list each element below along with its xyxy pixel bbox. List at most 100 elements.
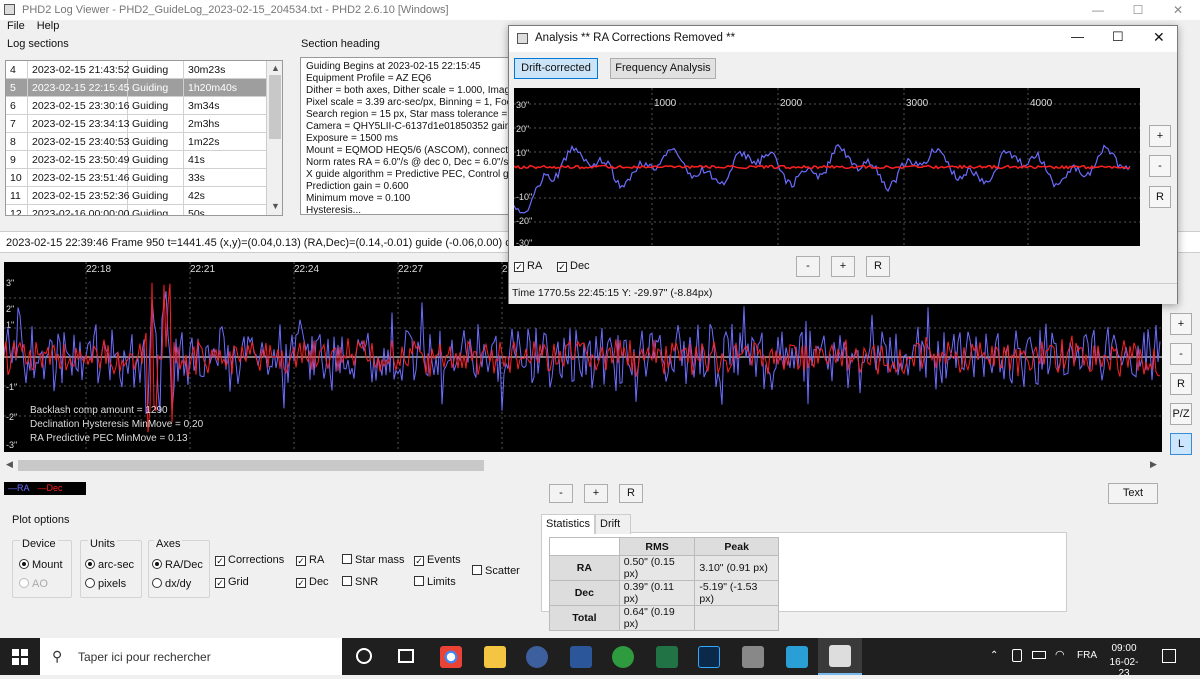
wifi-icon[interactable]: ◠ [1055, 648, 1065, 661]
dialog-close-button[interactable]: ✕ [1153, 29, 1165, 46]
zoom-in-button[interactable]: + [1170, 313, 1192, 335]
windows-start-icon[interactable] [12, 649, 28, 665]
word-icon[interactable] [570, 646, 592, 668]
log-section-dur: 33s [184, 169, 268, 187]
menu-help[interactable]: Help [37, 20, 60, 36]
battery-icon[interactable] [1032, 651, 1046, 659]
device-icon[interactable] [1012, 649, 1022, 662]
hzoom-reset-button[interactable]: R [619, 484, 643, 503]
dec-rms: 0.39" (0.11 px) [618, 580, 696, 606]
taskbar-search[interactable]: ⚲ Taper ici pour rechercher [40, 638, 342, 675]
ra-rms: 0.50" (0.15 px) [618, 555, 696, 581]
tray-chevron-icon[interactable]: ⌃ [990, 650, 998, 661]
language-indicator[interactable]: FRA [1077, 650, 1097, 661]
minimize-button[interactable]: — [1078, 0, 1118, 20]
analysis-hzoom-in-button[interactable]: + [831, 256, 855, 277]
search-icon: ⚲ [52, 648, 63, 664]
log-section-row[interactable]: 5 2023-02-15 22:15:45 Guiding 1h20m40s [6, 79, 282, 97]
chrome-icon[interactable] [440, 646, 462, 668]
text-button[interactable]: Text [1108, 483, 1158, 504]
analysis-zoom-out-button[interactable]: - [1149, 155, 1171, 177]
analysis-hzoom-reset-button[interactable]: R [866, 256, 890, 277]
grid-checkbox[interactable]: ✓ Grid [215, 576, 249, 588]
log-section-n: 4 [6, 61, 28, 79]
analysis-hzoom-out-button[interactable]: - [796, 256, 820, 277]
log-section-row[interactable]: 8 2023-02-15 23:40:53 Guiding 1m22s [6, 133, 282, 151]
file-explorer-icon[interactable] [484, 646, 506, 668]
log-section-n: 9 [6, 151, 28, 169]
menu-file[interactable]: File [7, 20, 25, 36]
mount-radio[interactable]: Mount [19, 559, 63, 571]
hzoom-in-button[interactable]: + [584, 484, 608, 503]
scroll-up-icon[interactable]: ▲ [271, 63, 280, 73]
maximize-button[interactable]: ☐ [1118, 0, 1158, 20]
clock[interactable]: 09:00 16-02-23 [1106, 643, 1142, 679]
tab-statistics[interactable]: Statistics [541, 514, 595, 534]
section-heading-text[interactable]: Guiding Begins at 2023-02-15 22:15:45 Equ… [300, 57, 512, 215]
analysis-dialog: Analysis ** RA Corrections Removed ** — … [508, 25, 1178, 304]
scroll-right-icon[interactable]: ▶ [1150, 459, 1157, 470]
log-section-row[interactable]: 6 2023-02-15 23:30:16 Guiding 3m34s [6, 97, 282, 115]
app-icon-1[interactable] [526, 646, 548, 668]
log-section-row[interactable]: 7 2023-02-15 23:34:13 Guiding 2m3hs [6, 115, 282, 133]
phd2-task[interactable] [818, 638, 862, 675]
excel-icon[interactable] [656, 646, 678, 668]
scroll-down-icon[interactable]: ▼ [271, 201, 280, 211]
task-view-icon[interactable] [398, 649, 414, 663]
snr-checkbox[interactable]: SNR [342, 576, 378, 588]
limits-checkbox[interactable]: Limits [414, 576, 456, 588]
cortana-icon[interactable] [356, 648, 372, 664]
log-section-row[interactable]: 10 2023-02-15 23:51:46 Guiding 33s [6, 169, 282, 187]
hzoom-out-button[interactable]: - [549, 484, 573, 503]
dialog-minimize-button[interactable]: — [1071, 29, 1084, 44]
log-section-row[interactable]: 12 2023-02-16 00:00:00 Guiding 50s [6, 205, 282, 215]
tab-drift-corrected[interactable]: Drift-corrected [514, 58, 598, 79]
close-button[interactable]: ✕ [1158, 0, 1198, 20]
analysis-reset-button[interactable]: R [1149, 186, 1171, 208]
section-heading-label: Section heading [301, 38, 380, 50]
heading-line: Mount = EQMOD HEQ5/6 (ASCOM), connected, [306, 145, 512, 156]
reset-button[interactable]: R [1170, 373, 1192, 395]
tab-frequency-analysis[interactable]: Frequency Analysis [610, 58, 716, 79]
scroll-left-icon[interactable]: ◀ [6, 459, 13, 470]
graph-hscrollbar[interactable]: ◀ ▶ [4, 459, 1162, 472]
starmass-checkbox[interactable]: Star mass [342, 554, 405, 566]
photoshop-icon[interactable] [698, 646, 720, 668]
arcsec-radio[interactable]: arc-sec [85, 559, 134, 571]
notification-icon[interactable] [1162, 649, 1176, 663]
analysis-zoom-in-button[interactable]: + [1149, 125, 1171, 147]
zoom-out-button[interactable]: - [1170, 343, 1192, 365]
row-label-dec: Dec [549, 580, 620, 606]
tab-drift[interactable]: Drift [595, 514, 631, 534]
app-icon-3[interactable] [742, 646, 764, 668]
analysis-x-tick-label: 3000 [906, 98, 929, 109]
l-button[interactable]: L [1170, 433, 1192, 455]
scroll-thumb[interactable] [269, 75, 281, 139]
ra-checkbox[interactable]: ✓ RA [296, 554, 324, 566]
log-sections-list[interactable]: 4 2023-02-15 21:43:52 Guiding 30m23s 5 2023-0… [5, 60, 283, 216]
analysis-graph[interactable]: 1000 2000 3000 4000 30" 20" 10" -10" -20" -30" [514, 88, 1140, 246]
log-sections-label: Log sections [7, 38, 69, 50]
corrections-checkbox[interactable]: ✓ Corrections [215, 554, 284, 566]
note-hysteresis: Declination Hysteresis MinMove = 0.20 [30, 419, 204, 430]
log-section-row[interactable]: 9 2023-02-15 23:50:49 Guiding 41s [6, 151, 282, 169]
events-checkbox[interactable]: ✓ Events [414, 554, 461, 566]
log-section-row[interactable]: 11 2023-02-15 23:52:36 Guiding 42s [6, 187, 282, 205]
scatter-checkbox[interactable]: Scatter [472, 565, 520, 577]
pz-button[interactable]: P/Z [1170, 403, 1192, 425]
analysis-dec-checkbox[interactable]: ✓ Dec [557, 260, 590, 272]
dxdy-radio[interactable]: dx/dy [152, 578, 191, 590]
ao-radio[interactable]: AO [19, 578, 48, 590]
pixels-radio[interactable]: pixels [85, 578, 126, 590]
analysis-ra-checkbox[interactable]: ✓ RA [514, 260, 542, 272]
app-icon-2[interactable] [612, 646, 634, 668]
app-icon-4[interactable] [786, 646, 808, 668]
log-section-type: Guiding [128, 151, 184, 169]
radec-radio[interactable]: RA/Dec [152, 559, 203, 571]
list-scrollbar[interactable]: ▲ ▼ [266, 61, 282, 215]
log-section-row[interactable]: 4 2023-02-15 21:43:52 Guiding 30m23s [6, 61, 282, 79]
hscroll-thumb[interactable] [18, 460, 484, 471]
dialog-maximize-button[interactable]: ☐ [1112, 29, 1124, 45]
analysis-y-tick-label: 20" [516, 124, 529, 134]
dec-checkbox[interactable]: ✓ Dec [296, 576, 329, 588]
